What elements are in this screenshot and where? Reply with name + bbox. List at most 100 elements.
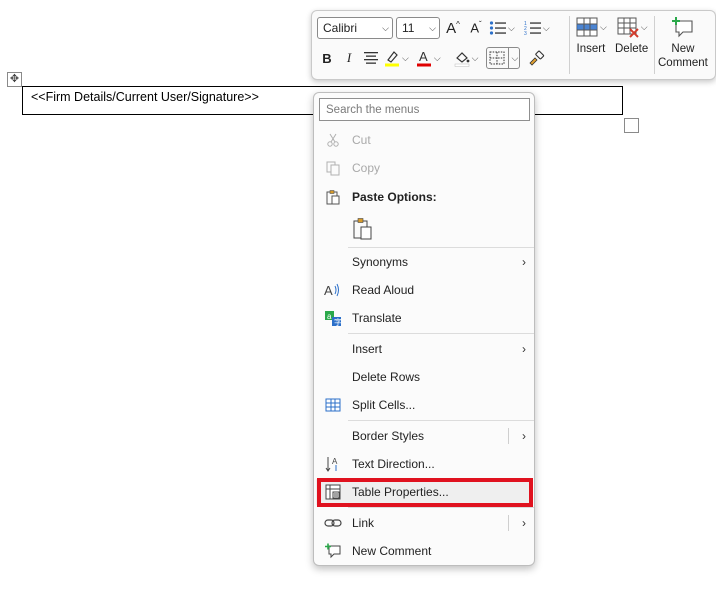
grow-font-icon: A^ [446,19,460,37]
menu-item-label: Read Aloud [352,283,415,297]
svg-text:A: A [419,49,428,64]
submenu-divider [508,428,509,444]
chevron-down-icon: ⌵ [382,22,389,33]
menu-separator [348,247,534,248]
italic-button[interactable]: I [339,47,359,69]
chevron-down-icon: ⌵ [542,22,550,33]
borders-button[interactable]: ⌵ [486,47,521,69]
menu-item-label: Link [352,516,375,530]
table-resize-handle[interactable] [624,118,639,133]
chevron-down-icon: ⌵ [600,21,607,32]
paint-bucket-icon [454,52,470,67]
read-aloud-icon: A [324,281,342,299]
svg-text:字: 字 [334,317,342,327]
bold-icon: B [322,50,332,66]
paste-options-label: Paste Options: [352,190,437,204]
font-size-value: 11 [402,21,415,35]
chevron-down-icon: ⌵ [640,21,648,32]
delete-table-button[interactable]: ⌵ Delete [615,16,648,56]
menu-item-synonyms[interactable]: Synonyms › [316,249,532,275]
paste-keep-text-button[interactable] [350,214,378,244]
table-delete-icon [617,17,639,38]
split-cells-icon [324,396,342,414]
menu-item-table-properties[interactable]: Table Properties... [316,479,532,505]
submenu-divider [508,515,509,531]
menu-search-input[interactable] [319,98,530,121]
menu-separator [348,333,534,334]
new-comment-label-line2: Comment [658,57,708,69]
menu-item-insert[interactable]: Insert › [316,336,532,362]
italic-icon: I [346,50,352,65]
menu-item-split-cells[interactable]: Split Cells... [316,392,532,418]
menu-item-label: New Comment [352,544,432,558]
bullets-button[interactable]: ⌵ [489,17,515,39]
align-center-button[interactable] [361,47,381,69]
shading-button[interactable]: ⌵ [453,47,479,69]
chevron-down-icon: ⌵ [433,52,441,63]
svg-text:A: A [324,283,333,298]
menu-item-label: Delete Rows [352,370,421,384]
menu-item-paste-options: Paste Options: [316,184,532,210]
svg-text:A: A [332,457,338,466]
menu-item-delete-rows[interactable]: Delete Rows [316,364,532,390]
shrink-font-icon: Aˇ [470,20,482,36]
menu-item-new-comment[interactable]: New Comment [316,538,532,564]
svg-text:3: 3 [524,31,527,36]
font-size-combo[interactable]: 11 ⌵ [396,17,440,39]
menu-item-label: Cut [352,133,371,147]
text-direction-icon: A [324,455,342,473]
font-color-icon: A [416,49,431,67]
chevron-down-icon: ⌵ [508,48,518,68]
chevron-right-icon: › [522,255,526,269]
menu-separator [348,420,534,421]
chevron-down-icon: ⌵ [508,22,515,33]
menu-item-text-direction[interactable]: A Text Direction... [316,451,532,477]
table-insert-icon [576,17,598,37]
font-name-combo[interactable]: Calibri ⌵ [317,17,393,39]
chevron-down-icon: ⌵ [471,52,479,63]
numbering-button[interactable]: 1 2 3 ⌵ [524,17,550,39]
menu-item-link[interactable]: Link › [316,510,532,536]
menu-item-read-aloud[interactable]: A Read Aloud [316,277,532,303]
menu-item-border-styles[interactable]: Border Styles › [316,423,532,449]
menu-item-label: Table Properties... [352,485,449,499]
svg-text:a: a [327,312,332,321]
scissors-icon [324,131,342,149]
table-move-handle[interactable]: ✥ [7,72,22,87]
new-comment-icon [324,542,342,560]
menu-item-translate[interactable]: a字 Translate [316,305,532,331]
new-comment-icon [671,17,693,38]
numbering-icon: 1 2 3 [524,21,541,36]
menu-item-label: Text Direction... [352,457,435,471]
new-comment-toolbar-button[interactable]: New Comment [658,16,708,70]
translate-icon: a字 [324,309,342,327]
insert-label: Insert [576,43,606,55]
new-comment-label-line1: New [671,43,695,55]
new-comment-label: New Comment [658,42,708,70]
align-center-icon [364,52,378,64]
grow-font-button[interactable]: A^ [443,17,463,39]
font-color-button[interactable]: A ⌵ [415,47,441,69]
font-name-value: Calibri [323,21,358,35]
menu-separator [348,507,534,508]
menu-item-copy[interactable]: Copy [316,155,532,181]
menu-item-label: Insert [352,342,383,356]
menu-item-label: Synonyms [352,255,409,269]
shrink-font-button[interactable]: Aˇ [466,17,486,39]
paste-keep-text-icon [352,217,374,241]
highlight-color-button[interactable]: ⌵ [383,47,409,69]
format-painter-button[interactable] [526,47,546,69]
menu-item-cut[interactable]: Cut [316,127,532,153]
bullets-icon [489,21,506,35]
copy-icon [324,159,342,177]
bold-button[interactable]: B [317,47,337,69]
chevron-right-icon: › [522,429,526,443]
toolbar-divider [569,16,570,74]
chevron-down-icon: ⌵ [429,22,436,33]
insert-table-button[interactable]: ⌵ Insert [575,16,607,56]
delete-label: Delete [615,43,649,55]
toolbar-divider [654,16,655,74]
format-painter-icon [529,50,545,66]
chevron-right-icon: › [522,516,526,530]
clipboard-icon [324,188,342,206]
